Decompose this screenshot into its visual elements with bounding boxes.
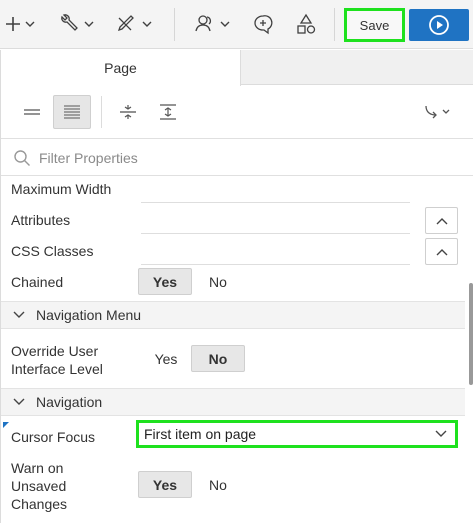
toolbar: Save [0, 0, 473, 49]
shared-components-button[interactable] [293, 10, 319, 38]
maximum-width-field[interactable] [141, 202, 410, 203]
collapse-all-icon [120, 105, 136, 119]
search-icon [13, 149, 31, 167]
filter-properties-input[interactable] [39, 149, 419, 166]
filter-bar [1, 140, 473, 176]
chevron-down-icon [13, 311, 25, 319]
chained-yes-option[interactable]: Yes [138, 268, 192, 295]
save-button-label: Save [359, 17, 390, 33]
css-classes-expand-button[interactable] [425, 238, 458, 265]
create-menu-button[interactable] [4, 10, 40, 38]
property-editor-panel: Page Filter Properties Maximum Width Att… [0, 50, 473, 523]
lines-compact-icon [24, 109, 40, 115]
override-no-option[interactable]: No [191, 345, 245, 372]
comments-button[interactable] [250, 10, 276, 38]
tab-page[interactable]: Page [1, 50, 241, 86]
warn-unsaved-label-line3: Changes [11, 496, 68, 512]
warn-yes-option[interactable]: Yes [138, 471, 192, 498]
comment-add-icon [254, 15, 273, 35]
warn-no-option[interactable]: No [198, 471, 238, 498]
css-classes-label: CSS Classes [11, 243, 94, 259]
modified-marker [3, 422, 9, 428]
navigation-menu-group-header[interactable]: Navigation Menu [1, 301, 465, 329]
chained-label: Chained [11, 274, 64, 290]
view-controls [1, 86, 473, 139]
attributes-field[interactable] [141, 233, 410, 234]
scrollbar-thumb[interactable] [469, 283, 473, 385]
tab-page-label: Page [104, 60, 137, 76]
maximum-width-label: Maximum Width [11, 181, 112, 197]
pencil-ruler-icon [117, 15, 152, 32]
navigation-menu-group-title: Navigation Menu [36, 307, 142, 323]
play-circle-icon [429, 15, 449, 35]
plus-icon [6, 17, 35, 31]
show-common-button[interactable] [13, 95, 51, 129]
goto-arrow-icon [425, 105, 450, 119]
collapse-all-button[interactable] [109, 95, 147, 129]
team-development-menu-button[interactable] [193, 10, 233, 38]
navigation-group-header[interactable]: Navigation [1, 388, 465, 416]
override-yes-option[interactable]: Yes [146, 345, 186, 372]
save-button[interactable]: Save [344, 8, 405, 42]
lines-all-icon [64, 105, 80, 119]
cursor-focus-label: Cursor Focus [11, 429, 96, 445]
run-page-button[interactable] [409, 9, 469, 41]
utilities-menu-button[interactable] [58, 10, 98, 38]
override-ui-level-label-line1: Override User [11, 343, 99, 359]
go-to-group-button[interactable] [415, 95, 461, 129]
chained-no-option[interactable]: No [198, 268, 238, 295]
expand-all-button[interactable] [149, 95, 187, 129]
cursor-focus-value: First item on page [144, 426, 257, 442]
toolbar-divider [174, 8, 175, 41]
cursor-focus-select[interactable]: First item on page [136, 420, 458, 448]
shapes-icon [297, 13, 316, 34]
chevron-down-icon [435, 430, 447, 438]
warn-unsaved-label-line1: Warn on [11, 460, 64, 476]
override-ui-level-label-line2: Interface Level [11, 361, 103, 377]
chevron-down-icon [13, 398, 25, 406]
expand-all-icon [160, 104, 176, 120]
chevron-up-icon [436, 248, 447, 255]
properties-list: Maximum Width Attributes CSS Classes Cha… [1, 177, 465, 523]
attributes-label: Attributes [11, 212, 71, 228]
users-icon [195, 15, 230, 32]
attributes-expand-button[interactable] [425, 207, 458, 234]
wrench-icon [61, 14, 94, 31]
chevron-up-icon [436, 217, 447, 224]
css-classes-field[interactable] [141, 264, 410, 265]
navigation-group-title: Navigation [36, 394, 103, 410]
shared-components-menu-button[interactable] [116, 10, 156, 38]
show-all-button[interactable] [53, 95, 91, 129]
toolbar-divider [334, 8, 335, 41]
warn-unsaved-label-line2: Unsaved [11, 478, 67, 494]
view-divider [101, 96, 102, 128]
property-tabs: Page [1, 50, 473, 86]
